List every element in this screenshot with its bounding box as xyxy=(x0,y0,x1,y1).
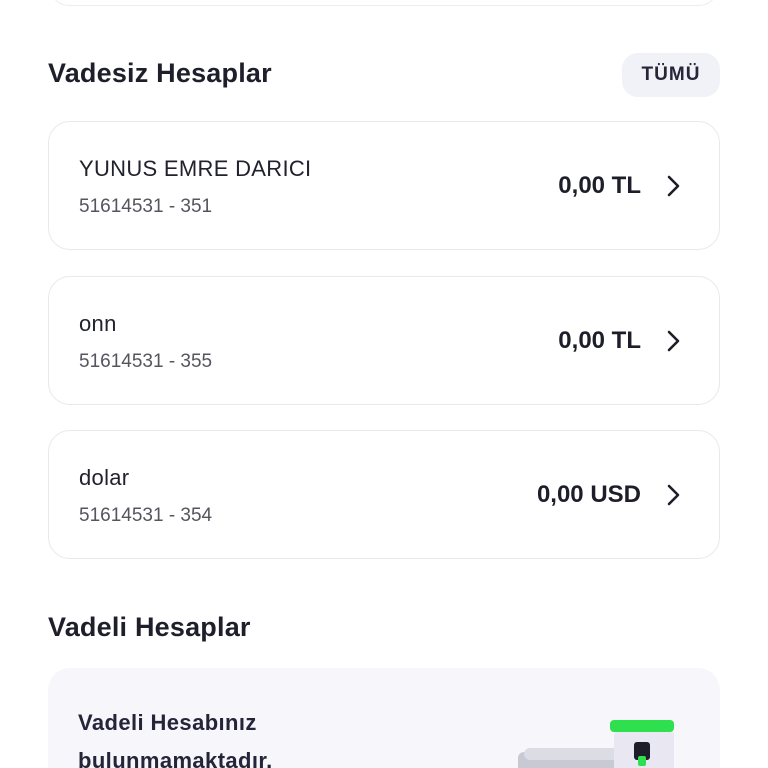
account-balance: 0,00 USD xyxy=(536,481,641,508)
account-card[interactable]: dolar 51614531 - 354 0,00 USD xyxy=(48,430,720,559)
account-balance: 0,00 TL xyxy=(558,172,641,199)
account-name: dolar xyxy=(79,465,130,490)
time-deposit-empty-state: Vadeli Hesabınız bulunmamaktadır. xyxy=(48,668,720,768)
account-card[interactable]: onn 51614531 - 355 0,00 TL xyxy=(48,276,720,405)
previous-card-edge xyxy=(48,0,720,6)
account-balance: 0,00 TL xyxy=(558,327,641,354)
section-title-demand-accounts: Vadesiz Hesaplar xyxy=(48,58,272,88)
chevron-right-icon xyxy=(667,330,680,352)
account-number: 51614531 - 355 xyxy=(79,351,213,372)
section-title-time-deposit-accounts: Vadeli Hesaplar xyxy=(48,612,251,642)
account-name: YUNUS EMRE DARICI xyxy=(79,156,312,181)
all-accounts-button[interactable]: TÜMÜ xyxy=(622,53,720,97)
chevron-right-icon xyxy=(667,175,680,197)
account-number: 51614531 - 354 xyxy=(79,505,213,526)
account-name: onn xyxy=(79,311,117,336)
piggy-jar-illustration xyxy=(518,720,674,768)
empty-state-message: Vadeli Hesabınız bulunmamaktadır. xyxy=(78,710,273,768)
chevron-right-icon xyxy=(667,484,680,506)
account-card[interactable]: YUNUS EMRE DARICI 51614531 - 351 0,00 TL xyxy=(48,121,720,250)
account-number: 51614531 - 351 xyxy=(79,196,213,217)
